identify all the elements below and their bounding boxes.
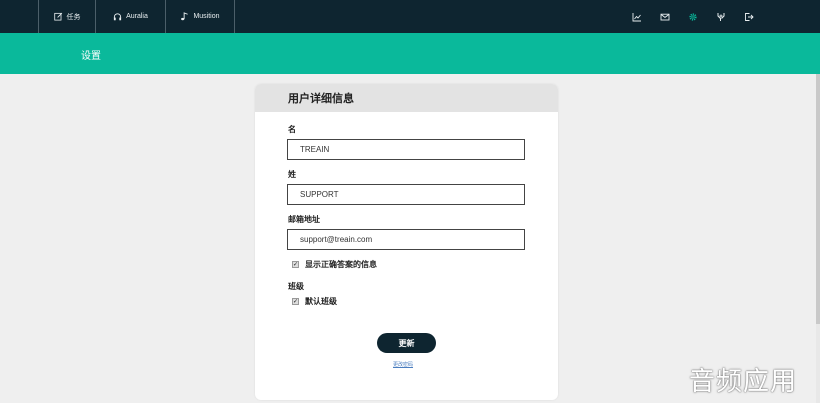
- page-banner: [0, 33, 820, 74]
- tab-auralia-label: Auralia: [126, 13, 148, 20]
- tab-tasks[interactable]: 任务: [39, 0, 96, 33]
- top-nav-bar: 任务 Auralia Musition: [0, 0, 820, 33]
- first-name-field[interactable]: [287, 139, 525, 160]
- update-button[interactable]: 更新: [377, 333, 436, 353]
- chart-icon[interactable]: [631, 11, 642, 22]
- last-name-label: 姓: [288, 170, 296, 179]
- scrollbar-thumb[interactable]: [816, 74, 820, 324]
- tab-tasks-label: 任务: [66, 13, 81, 21]
- email-label: 邮箱地址: [288, 215, 320, 224]
- card-title: 用户详细信息: [255, 84, 558, 112]
- class-section-label: 班级: [288, 282, 304, 291]
- first-name-label: 名: [288, 125, 296, 134]
- watermark-text: 音频应用: [689, 366, 798, 396]
- tab-musition-label: Musition: [193, 13, 220, 20]
- last-name-field[interactable]: [287, 184, 525, 205]
- change-password-link[interactable]: 更改密码: [393, 361, 413, 368]
- tools-icon[interactable]: [715, 11, 726, 22]
- show-correct-answer-option[interactable]: ✓ 显示正确答案的信息: [292, 259, 377, 270]
- page-title: 设置: [81, 51, 101, 62]
- mail-icon[interactable]: [659, 11, 670, 22]
- headphones-icon: [113, 13, 122, 21]
- edit-icon: [53, 12, 62, 21]
- default-class-label: 默认班级: [305, 297, 337, 306]
- email-field[interactable]: [287, 229, 525, 250]
- default-class-checkbox[interactable]: ✓: [292, 298, 299, 305]
- nav-icons: [631, 0, 754, 33]
- nav-tabs: 任务 Auralia Musition: [38, 0, 235, 33]
- gear-icon[interactable]: [687, 11, 698, 22]
- note-icon: [181, 12, 189, 21]
- show-correct-answer-checkbox[interactable]: ✓: [292, 261, 299, 268]
- show-correct-answer-label: 显示正确答案的信息: [305, 260, 377, 269]
- default-class-option[interactable]: ✓ 默认班级: [292, 296, 337, 307]
- logout-icon[interactable]: [743, 11, 754, 22]
- tab-auralia[interactable]: Auralia: [96, 0, 166, 33]
- tab-musition[interactable]: Musition: [166, 0, 235, 33]
